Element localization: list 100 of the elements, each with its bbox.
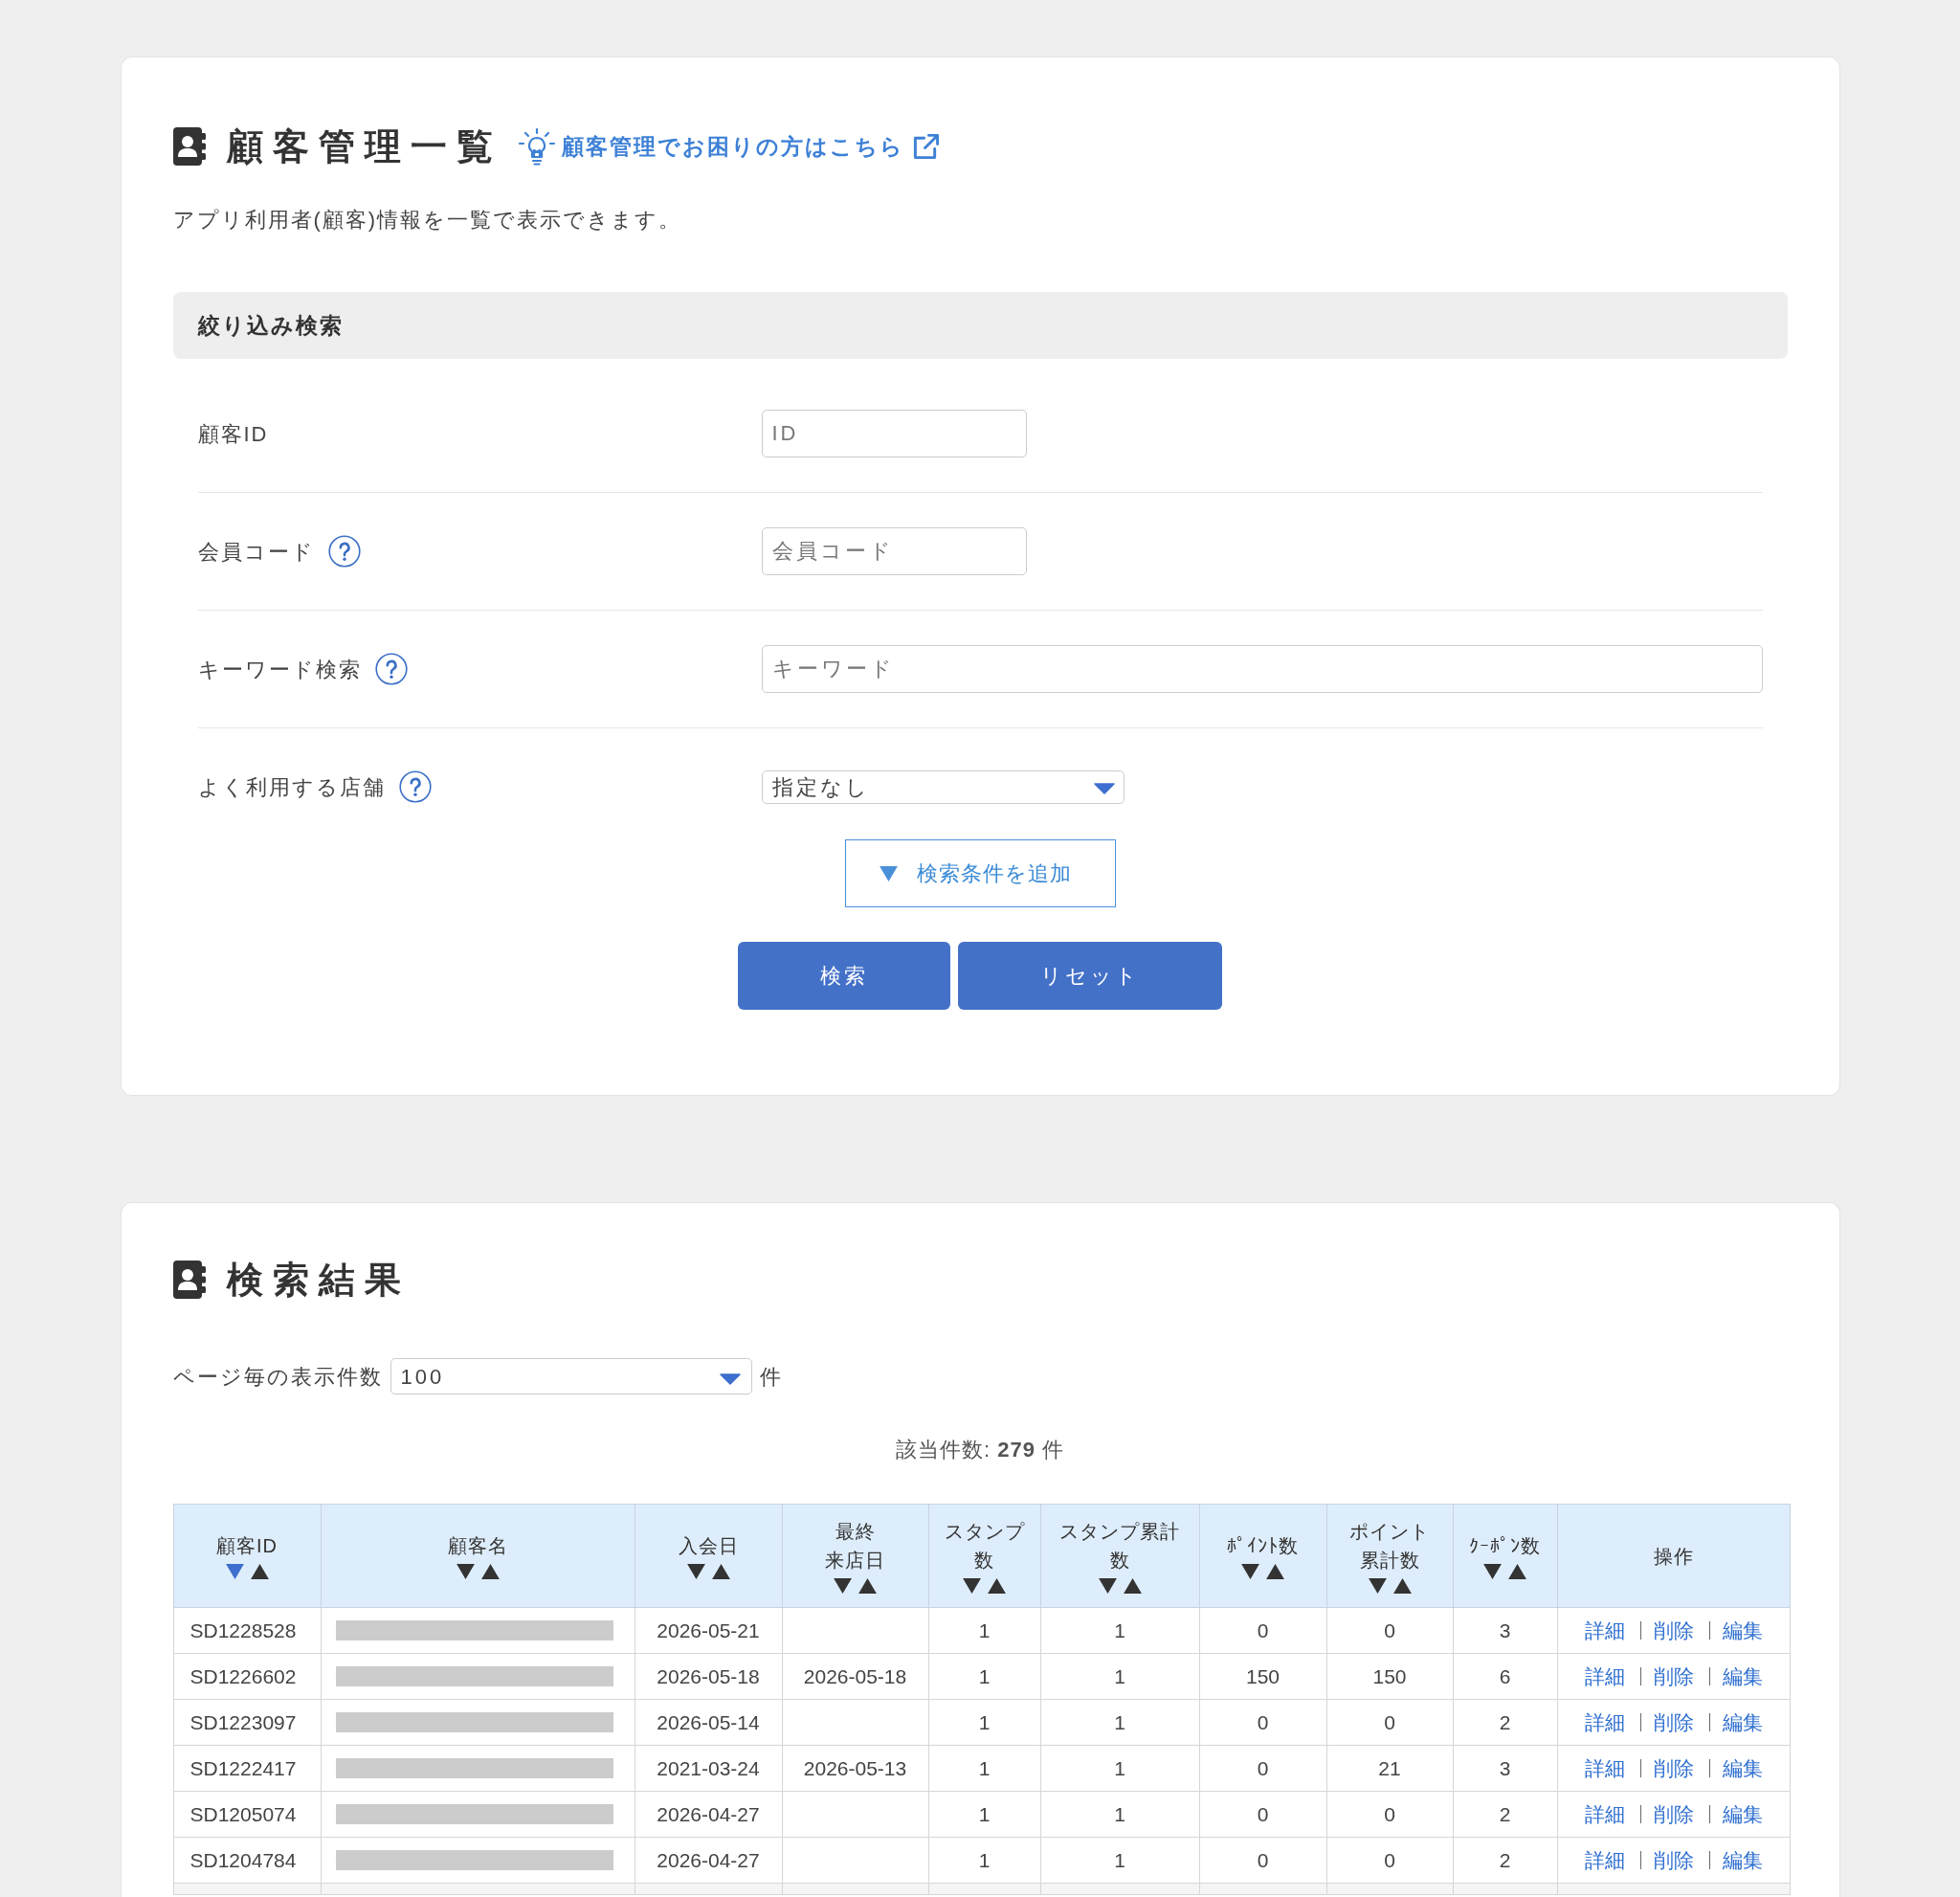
action-link[interactable]: 削除	[1653, 1615, 1694, 1646]
help-link[interactable]: 顧客管理でお困りの方はこちら	[517, 127, 940, 166]
sort-up-icon[interactable]	[711, 1564, 730, 1579]
stamp-count: 1	[978, 1848, 991, 1871]
stamp-total: 1	[1114, 1618, 1125, 1641]
sort-up-icon[interactable]	[858, 1578, 877, 1594]
customer-id: SD1205074	[189, 1802, 297, 1825]
point-total: 0	[1384, 1618, 1395, 1641]
action-link[interactable]: 削除	[1653, 1707, 1694, 1738]
point-count: 0	[1257, 1802, 1269, 1825]
action-link[interactable]: 詳細	[1584, 1707, 1625, 1738]
field-label: よく利用する店舗	[197, 773, 386, 801]
action-link[interactable]: 編集	[1722, 1615, 1763, 1646]
sort-down-icon[interactable]	[963, 1578, 981, 1594]
action-link[interactable]: 編集	[1722, 1844, 1763, 1876]
stamp-total: 1	[1114, 1848, 1125, 1871]
coupon-count: 3	[1499, 1618, 1511, 1641]
point-count: 0	[1257, 1710, 1269, 1733]
sort-down-icon[interactable]	[1098, 1578, 1117, 1594]
point-count: 0	[1257, 1618, 1269, 1641]
point-count: 0	[1257, 1848, 1269, 1871]
point-total: 0	[1384, 1802, 1395, 1825]
action-link[interactable]: 編集	[1722, 1707, 1763, 1738]
point-total: 150	[1372, 1664, 1407, 1687]
per-page-label: ページ毎の表示件数	[172, 1363, 383, 1391]
sort-up-icon[interactable]	[988, 1578, 1006, 1594]
triangle-down-icon	[879, 865, 898, 882]
point-count: 0	[1257, 1756, 1269, 1779]
action-link[interactable]: 詳細	[1584, 1661, 1625, 1692]
input-field[interactable]: ID	[761, 410, 1027, 458]
action-link[interactable]: 編集	[1722, 1798, 1763, 1830]
action-link[interactable]: 削除	[1653, 1798, 1694, 1830]
column-header: スタンプ	[944, 1520, 1025, 1544]
stamp-count: 1	[978, 1802, 991, 1825]
column-header: 入会日	[678, 1534, 739, 1558]
add-condition-button[interactable]: 検索条件を追加	[844, 839, 1116, 907]
keyword-field[interactable]: キーワード	[761, 645, 1763, 693]
sort-up-icon[interactable]	[1508, 1564, 1526, 1579]
caret-down-icon	[1093, 783, 1115, 794]
column-header: ﾎﾟｲﾝﾄ数	[1227, 1534, 1299, 1558]
customer-id: SD1228528	[189, 1618, 297, 1641]
sort-down-icon[interactable]	[1368, 1578, 1387, 1594]
sort-down-icon[interactable]	[834, 1578, 852, 1594]
column-header: ｸｰﾎﾟﾝ数	[1469, 1534, 1541, 1558]
customer-id: SD1222417	[189, 1756, 297, 1779]
action-link[interactable]: 削除	[1653, 1752, 1694, 1784]
sort-up-icon[interactable]	[250, 1564, 269, 1579]
page-description: アプリ利用者(顧客)情報を一覧で表示できます。	[172, 207, 683, 234]
customer-id: SD1223097	[189, 1710, 297, 1733]
action-link[interactable]: 編集	[1722, 1661, 1763, 1692]
column-header: 数	[974, 1549, 994, 1573]
action-link[interactable]: 詳細	[1584, 1844, 1625, 1876]
help-icon[interactable]	[374, 653, 408, 685]
point-count: 150	[1245, 1664, 1280, 1687]
point-total: 0	[1384, 1710, 1395, 1733]
column-header: ポイント	[1349, 1520, 1430, 1544]
field-label: キーワード検索	[197, 656, 362, 683]
store-select[interactable]: 指定なし	[761, 770, 1125, 804]
action-link[interactable]: 編集	[1722, 1752, 1763, 1784]
action-link[interactable]: 詳細	[1584, 1798, 1625, 1830]
help-icon[interactable]	[327, 535, 361, 568]
column-header: 顧客ID	[216, 1534, 278, 1558]
join-date: 2026-05-18	[657, 1664, 760, 1687]
stamp-total: 1	[1114, 1664, 1125, 1687]
sort-up-icon[interactable]	[1123, 1578, 1142, 1594]
page-title: 顧客管理一覧	[226, 125, 502, 168]
per-page-select[interactable]: 100	[390, 1358, 752, 1395]
column-header: 数	[1109, 1549, 1130, 1573]
caret-down-icon	[719, 1373, 741, 1385]
input-field[interactable]: 会員コード	[761, 527, 1027, 575]
coupon-count: 2	[1499, 1848, 1511, 1871]
sort-up-icon[interactable]	[1266, 1564, 1284, 1579]
result-count: 該当件数: 279 件	[895, 1437, 1065, 1463]
last-visit-date: 2026-05-18	[803, 1664, 907, 1687]
sort-down-icon[interactable]	[686, 1564, 705, 1579]
sort-down-icon[interactable]	[456, 1564, 475, 1579]
sort-down-icon[interactable]	[1241, 1564, 1259, 1579]
column-header: スタンプ累計	[1059, 1520, 1180, 1544]
action-link[interactable]: 詳細	[1584, 1752, 1625, 1784]
action-link[interactable]: 削除	[1653, 1661, 1694, 1692]
join-date: 2021-03-24	[657, 1756, 760, 1779]
sort-up-icon[interactable]	[480, 1564, 500, 1579]
action-link[interactable]: 詳細	[1584, 1615, 1625, 1646]
address-book-icon	[172, 1261, 206, 1299]
reset-button[interactable]: リセット	[958, 942, 1222, 1010]
column-header: 累計数	[1359, 1549, 1420, 1573]
action-link[interactable]: 削除	[1653, 1844, 1694, 1876]
join-date: 2026-04-27	[657, 1802, 760, 1825]
stamp-total: 1	[1114, 1802, 1125, 1825]
stamp-count: 1	[978, 1664, 991, 1687]
sort-up-icon[interactable]	[1392, 1578, 1412, 1594]
column-header: 最終	[835, 1520, 876, 1544]
join-date: 2026-04-27	[657, 1848, 760, 1871]
sort-down-icon[interactable]	[1483, 1564, 1502, 1579]
search-button[interactable]: 検索	[738, 942, 950, 1010]
point-total: 21	[1378, 1756, 1401, 1779]
coupon-count: 6	[1499, 1664, 1511, 1687]
stamp-total: 1	[1114, 1756, 1125, 1779]
join-date: 2026-05-21	[657, 1618, 760, 1641]
help-icon[interactable]	[398, 770, 432, 803]
